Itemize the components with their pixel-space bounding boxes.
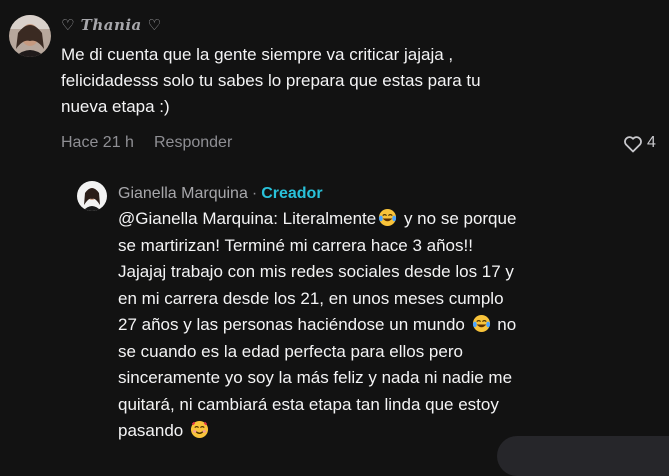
comment-line: Me di cuenta que la gente siempre va cri… (61, 45, 454, 64)
creator-badge: Creador (261, 185, 323, 202)
reply-line: Jajajaj trabajo con mis redes sociales d… (118, 262, 514, 281)
floating-input-bar[interactable] (497, 436, 669, 476)
comment-timestamp: Hace 21 h (61, 134, 134, 151)
tears-of-joy-emoji (472, 314, 491, 333)
reply-line-text: 27 años y las personas haciéndose un mun… (118, 315, 470, 334)
reply-line: quitará, ni cambiará esta etapa tan lind… (118, 394, 499, 414)
reply-line: se martirizan! Terminé mi carrera hace 3… (118, 235, 473, 255)
separator-dot: · (251, 185, 258, 202)
reply-line: se cuando es la edad perfecta para ellos… (118, 341, 463, 361)
reply-line: en mi carrera desde los 21, en unos mese… (118, 288, 504, 308)
comment-line: nueva etapa :) (61, 97, 170, 116)
comment-text: Me di cuenta que la gente siempre va cri… (61, 42, 621, 120)
reply-line-text: y no se porque (399, 209, 517, 228)
reply-button[interactable]: Responder (154, 134, 232, 152)
reply-line: 27 años y las personas haciéndose un mun… (118, 312, 638, 339)
reply-line-text: pasando (118, 421, 188, 440)
tears-of-joy-emoji (378, 208, 397, 227)
smiling-face-with-hearts-emoji (190, 420, 209, 439)
comment-line: felicidadesss solo tu sabes lo prepara q… (61, 71, 481, 90)
creator-avatar[interactable] (77, 181, 107, 211)
heart-outline-icon[interactable] (623, 135, 643, 153)
like-count: 4 (647, 134, 656, 151)
commenter-avatar[interactable] (9, 15, 51, 57)
reply-line-text: no (492, 315, 517, 334)
creator-name[interactable]: Gianella Marquina (118, 185, 248, 202)
commenter-username[interactable]: ♡ Thania ♡ (61, 16, 161, 34)
reply-line-text: @Gianella Marquina: Literalmente (118, 209, 377, 228)
reply-text: @Gianella Marquina: Literalmente y no se… (118, 206, 638, 445)
reply-line: @Gianella Marquina: Literalmente y no se… (118, 206, 638, 233)
reply-line: sinceramente yo soy la más feliz y nada … (118, 368, 513, 387)
reply-author[interactable]: Gianella Marquina · Creador (118, 185, 323, 203)
